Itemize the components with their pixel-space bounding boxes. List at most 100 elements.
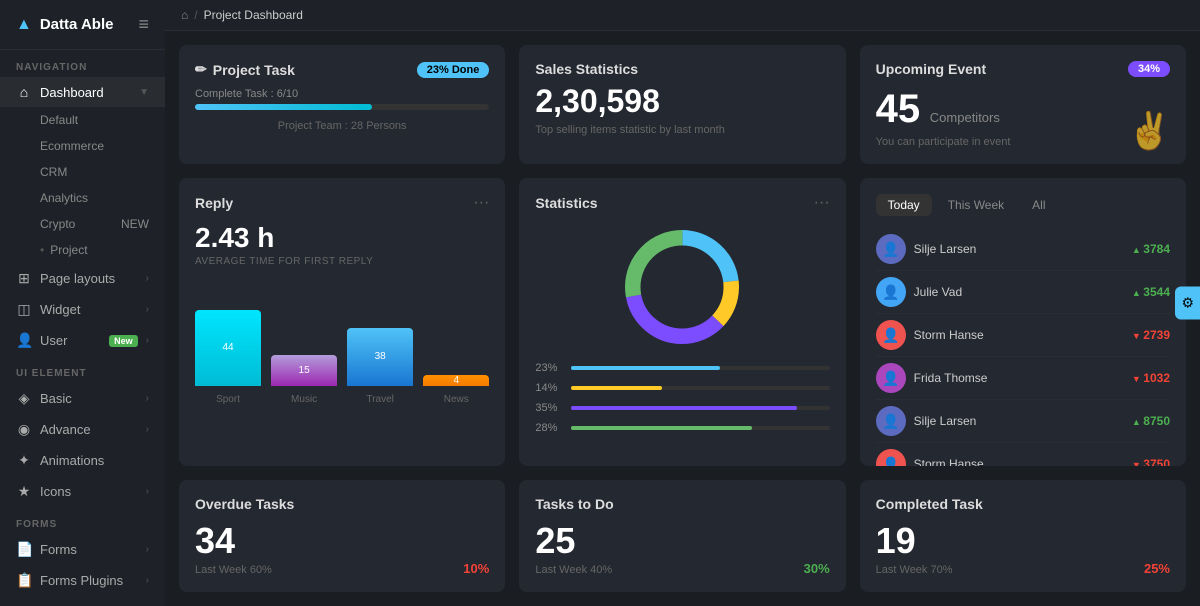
leader-avatar: 👤 <box>876 449 906 466</box>
breadcrumb-current: Project Dashboard <box>204 8 303 22</box>
logo-text: Datta Able <box>40 16 114 33</box>
tab-this-week[interactable]: This Week <box>936 194 1016 216</box>
card-title: Statistics <box>535 195 597 211</box>
tasks-todo-card: Tasks to Do 25 Last Week 40% 30% <box>519 480 845 592</box>
chevron-right-icon: › <box>146 304 149 315</box>
sales-number: 2,30,598 <box>535 83 829 120</box>
sidebar-item-icons[interactable]: ★ Icons › <box>0 476 165 507</box>
prog-bg <box>571 426 829 430</box>
leader-stat: 2739 <box>1132 328 1170 342</box>
breadcrumb-separator: / <box>194 8 197 22</box>
forms-icon: 📄 <box>16 541 32 558</box>
completed-tasks-card: Completed Task 19 Last Week 70% 25% <box>860 480 1186 592</box>
tab-today[interactable]: Today <box>876 194 932 216</box>
leader-name: Julie Vad <box>914 285 1124 299</box>
progress-bar-fill <box>195 104 372 110</box>
sidebar-item-dashboard[interactable]: ⌂ Dashboard ▼ <box>0 77 165 107</box>
leader-avatar: 👤 <box>876 277 906 307</box>
bar-value: 15 <box>299 365 310 376</box>
card-title: Reply <box>195 195 233 211</box>
bar: 4 <box>423 375 489 386</box>
tab-all[interactable]: All <box>1020 194 1057 216</box>
prog-pct: 23% <box>535 362 563 374</box>
prog-bg <box>571 386 829 390</box>
user-icon: 👤 <box>16 332 32 349</box>
bar-label: Music <box>291 394 317 405</box>
todo-subtitle: Last Week 40% <box>535 564 829 576</box>
bar-label: Sport <box>216 394 240 405</box>
sidebar-item-label: Page layouts <box>40 271 138 286</box>
prog-fill <box>571 406 797 410</box>
animations-icon: ✦ <box>16 452 32 469</box>
sidebar-item-label: User <box>40 333 101 348</box>
nav-section-label: NAVIGATION <box>0 50 165 77</box>
progress-row: 23% <box>535 362 829 374</box>
sidebar-item-crm[interactable]: CRM <box>0 159 165 185</box>
todo-pct: 30% <box>804 561 830 576</box>
advance-icon: ◉ <box>16 421 32 438</box>
sidebar-item-crypto[interactable]: Crypto NEW <box>0 211 165 237</box>
leader-stat: 8750 <box>1132 414 1170 428</box>
sidebar-item-advance[interactable]: ◉ Advance › <box>0 414 165 445</box>
sidebar-item-analytics[interactable]: Analytics <box>0 185 165 211</box>
sidebar-item-default[interactable]: Default <box>0 107 165 133</box>
leader-stat: 3544 <box>1132 285 1170 299</box>
leader-avatar: 👤 <box>876 234 906 264</box>
sidebar-item-project[interactable]: Project <box>0 237 165 263</box>
bar-group: 38Travel <box>347 328 413 406</box>
leader-name: Storm Hanse <box>914 328 1124 342</box>
prog-fill <box>571 386 661 390</box>
bar-group: 44 Sport <box>195 310 261 406</box>
leader-row: 👤 Frida Thomse 1032 <box>876 357 1170 400</box>
sidebar-item-forms[interactable]: 📄 Forms › <box>0 534 165 565</box>
leader-avatar: 👤 <box>876 320 906 350</box>
sidebar-item-ecommerce[interactable]: Ecommerce <box>0 133 165 159</box>
dashboard-icon: ⌂ <box>16 84 32 100</box>
sidebar-item-user[interactable]: 👤 User New › <box>0 325 165 356</box>
settings-edge-button[interactable]: ⚙ <box>1175 287 1200 320</box>
basic-icon: ◈ <box>16 390 32 407</box>
reply-menu-icon[interactable]: ··· <box>473 194 489 212</box>
tab-row: TodayThis WeekAll <box>876 194 1170 216</box>
bar-value: 44 <box>222 342 233 353</box>
prog-fill <box>571 426 752 430</box>
reply-bar-chart: 44 Sport 15 Music 38Travel 4 News <box>195 285 489 405</box>
card-header: Reply ··· <box>195 194 489 212</box>
leader-stat: 1032 <box>1132 371 1170 385</box>
sidebar-item-label: Widget <box>40 302 138 317</box>
bar-group: 4 News <box>423 375 489 405</box>
bar: 38 <box>347 328 413 387</box>
completed-number: 19 <box>876 520 1170 562</box>
prog-bg <box>571 366 829 370</box>
chevron-right-icon: › <box>146 424 149 435</box>
sidebar-item-basic[interactable]: ◈ Basic › <box>0 383 165 414</box>
prog-pct: 28% <box>535 422 563 434</box>
event-competitors: Competitors <box>930 110 1000 125</box>
sidebar-item-animations[interactable]: ✦ Animations <box>0 445 165 476</box>
sidebar-item-label: Dashboard <box>40 85 131 100</box>
sidebar-item-forms-plugins[interactable]: 📋 Forms Plugins › <box>0 565 165 596</box>
leader-avatar: 👤 <box>876 363 906 393</box>
overdue-tasks-card: Overdue Tasks 34 Last Week 60% 10% <box>179 480 505 592</box>
bar-label: News <box>444 394 469 405</box>
reply-avg-label: AVERAGE TIME FOR FIRST REPLY <box>195 256 489 267</box>
sidebar-item-label: Forms Plugins <box>40 573 138 588</box>
chevron-right-icon: › <box>146 544 149 555</box>
bar: 15 <box>271 355 337 387</box>
donut-chart <box>617 222 747 352</box>
chevron-down-icon: ▼ <box>139 87 149 98</box>
page-layouts-icon: ⊞ <box>16 270 32 287</box>
event-card: Upcoming Event 34% 45 Competitors You ca… <box>860 45 1186 164</box>
sidebar-item-widget[interactable]: ◫ Widget › <box>0 294 165 325</box>
card-header: ✏ Project Task 23% Done <box>195 61 489 78</box>
project-task-card: ✏ Project Task 23% Done Complete Task : … <box>179 45 505 164</box>
chevron-right-icon: › <box>146 273 149 284</box>
hamburger-icon[interactable]: ≡ <box>138 14 149 35</box>
sidebar-item-page-layouts[interactable]: ⊞ Page layouts › <box>0 263 165 294</box>
reply-time: 2.43 h <box>195 222 489 254</box>
stats-menu-icon[interactable]: ··· <box>814 194 830 212</box>
breadcrumb-home: ⌂ <box>181 8 188 22</box>
card-title: Completed Task <box>876 496 1170 512</box>
bar-value: 4 <box>453 375 459 386</box>
leader-avatar: 👤 <box>876 406 906 436</box>
